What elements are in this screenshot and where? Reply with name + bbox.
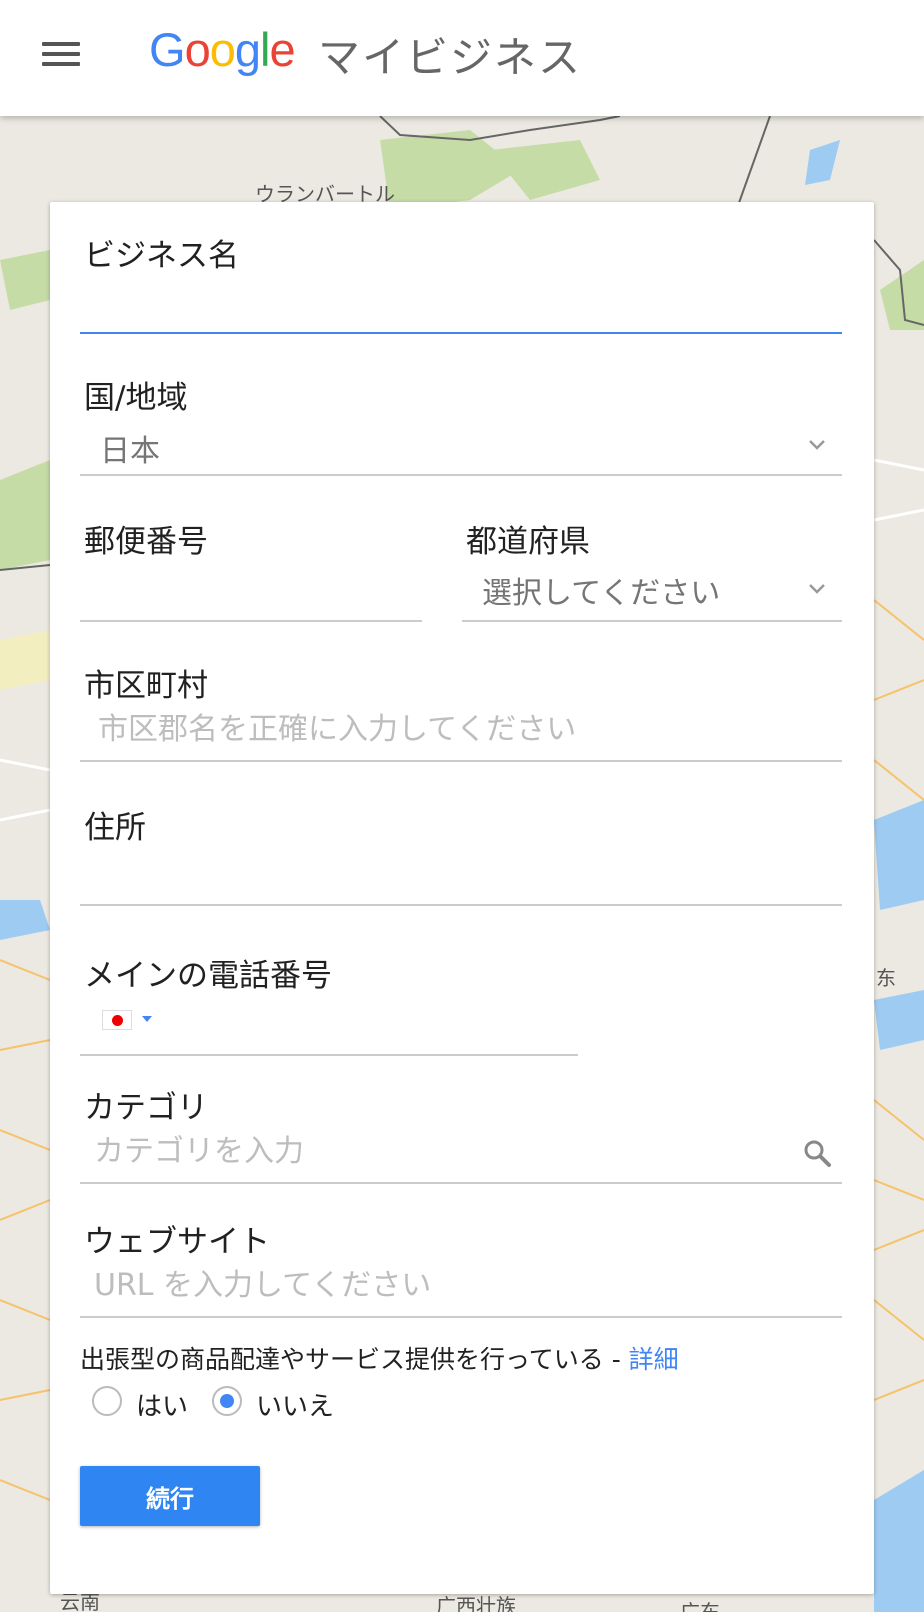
search-icon[interactable] bbox=[802, 1138, 832, 1168]
postal-code-label: 郵便番号 bbox=[84, 524, 208, 560]
radio-yes-label[interactable]: はい bbox=[136, 1386, 188, 1423]
website-input[interactable] bbox=[94, 1260, 834, 1310]
business-name-label: ビジネス名 bbox=[84, 238, 239, 274]
country-select[interactable]: 日本 bbox=[100, 426, 160, 470]
address-underline bbox=[80, 904, 842, 906]
map-label-guangdong: 广东 bbox=[680, 1600, 720, 1612]
radio-no[interactable] bbox=[212, 1386, 242, 1416]
caret-down-icon[interactable] bbox=[142, 1016, 152, 1022]
business-name-underline bbox=[80, 332, 842, 334]
phone-underline bbox=[80, 1054, 578, 1056]
prefecture-select[interactable]: 選択してください bbox=[482, 568, 720, 612]
map-label-east: 东 bbox=[876, 966, 896, 990]
google-logo: Google bbox=[149, 23, 296, 76]
prefecture-underline bbox=[462, 620, 842, 622]
radio-yes[interactable] bbox=[92, 1386, 122, 1416]
radio-no-label[interactable]: いいえ bbox=[256, 1386, 334, 1423]
phone-input[interactable] bbox=[160, 998, 550, 1048]
business-name-input[interactable] bbox=[80, 278, 840, 328]
address-label: 住所 bbox=[84, 810, 146, 846]
category-input[interactable] bbox=[94, 1126, 774, 1176]
category-label: カテゴリ bbox=[84, 1090, 208, 1126]
address-input[interactable] bbox=[80, 848, 840, 898]
country-underline bbox=[80, 474, 842, 476]
country-label: 国/地域 bbox=[84, 380, 188, 416]
product-name: マイビジネス bbox=[318, 33, 583, 82]
japan-flag-icon[interactable] bbox=[102, 1010, 132, 1030]
website-label: ウェブサイト bbox=[84, 1224, 270, 1260]
postal-code-underline bbox=[80, 620, 422, 622]
city-input[interactable] bbox=[98, 704, 838, 754]
chevron-down-icon[interactable] bbox=[808, 436, 826, 454]
app-header: Google マイビジネス bbox=[0, 0, 924, 116]
service-area-question: 出張型の商品配達やサービス提供を行っている - 詳細 bbox=[80, 1340, 679, 1376]
details-link[interactable]: 詳細 bbox=[629, 1345, 679, 1374]
postal-code-input[interactable] bbox=[80, 564, 420, 614]
city-label: 市区町村 bbox=[84, 668, 208, 704]
continue-button[interactable]: 続行 bbox=[80, 1466, 260, 1526]
phone-label: メインの電話番号 bbox=[84, 958, 332, 994]
chevron-down-icon[interactable] bbox=[808, 580, 826, 598]
city-underline bbox=[80, 760, 842, 762]
prefecture-label: 都道府県 bbox=[466, 524, 590, 560]
business-form-card: ビジネス名 国/地域 日本 郵便番号 都道府県 選択してください 市区町村 住所… bbox=[50, 202, 874, 1594]
hamburger-menu-icon[interactable] bbox=[40, 36, 84, 72]
service-area-text: 出張型の商品配達やサービス提供を行っている - bbox=[80, 1345, 629, 1374]
category-underline bbox=[80, 1182, 842, 1184]
website-underline bbox=[80, 1316, 842, 1318]
